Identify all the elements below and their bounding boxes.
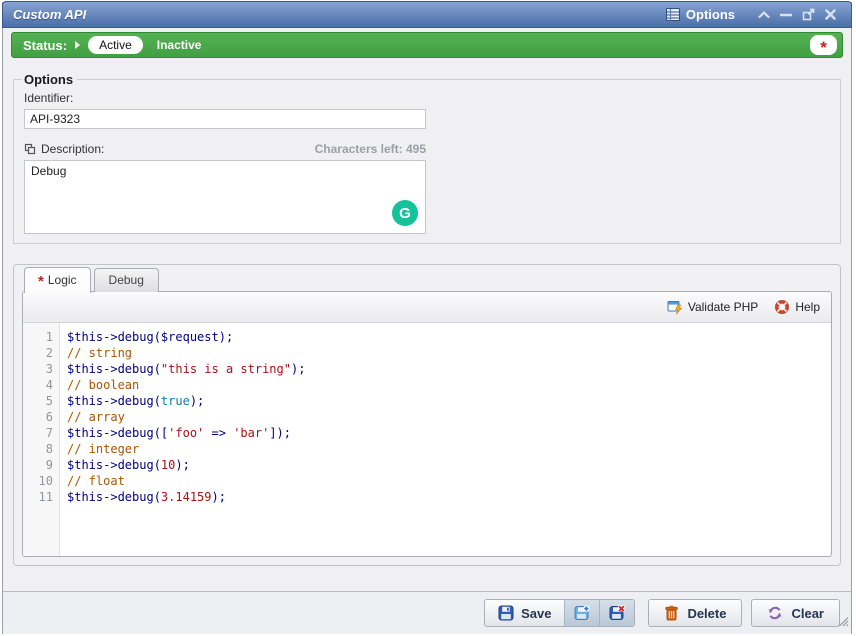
minimize-icon bbox=[780, 10, 792, 19]
popout-icon bbox=[802, 8, 815, 21]
status-option-active[interactable]: Active bbox=[88, 36, 143, 54]
status-option-inactive[interactable]: Inactive bbox=[151, 38, 208, 52]
tab-debug-label: Debug bbox=[109, 273, 144, 287]
collapse-button[interactable] bbox=[753, 6, 775, 24]
options-menu-button[interactable]: Options bbox=[666, 7, 735, 22]
validate-php-label: Validate PHP bbox=[688, 300, 758, 314]
code-area[interactable]: 1234567891011 $this->debug($request);// … bbox=[23, 323, 831, 556]
save-label: Save bbox=[521, 606, 551, 621]
modified-asterisk-icon: * bbox=[38, 278, 44, 286]
save-and-new-icon bbox=[574, 605, 590, 621]
identifier-input[interactable] bbox=[24, 109, 426, 129]
help-label: Help bbox=[795, 300, 820, 314]
logic-tab-group: * Logic Debug Validate PHP bbox=[13, 264, 841, 566]
save-button[interactable]: Save bbox=[485, 600, 564, 626]
tab-strip: * Logic Debug bbox=[24, 265, 159, 292]
custom-api-window: Custom API Options bbox=[2, 2, 852, 634]
options-legend: Options bbox=[22, 72, 77, 87]
status-bar: Status: Active Inactive * bbox=[11, 32, 843, 58]
description-header-row: Description: Characters left: 495 bbox=[24, 142, 426, 156]
tab-logic[interactable]: * Logic bbox=[24, 267, 91, 293]
minimize-button[interactable] bbox=[775, 6, 797, 24]
validate-php-button[interactable]: Validate PHP bbox=[667, 299, 758, 315]
description-textarea[interactable]: Debug bbox=[24, 160, 426, 234]
close-button[interactable] bbox=[819, 6, 841, 24]
resize-grip[interactable] bbox=[837, 614, 849, 632]
description-label: Description: bbox=[41, 142, 104, 156]
titlebar: Custom API Options bbox=[2, 1, 852, 28]
code-editor-panel: Validate PHP Help 123456 bbox=[22, 291, 832, 557]
options-menu-label: Options bbox=[686, 7, 735, 22]
chevron-up-icon bbox=[758, 10, 770, 19]
clear-button[interactable]: Clear bbox=[751, 599, 840, 627]
status-label: Status: bbox=[17, 38, 67, 53]
description-field-wrap: Debug G bbox=[24, 160, 426, 234]
asterisk-icon: * bbox=[820, 43, 827, 53]
characters-left-counter: Characters left: 495 bbox=[315, 142, 426, 156]
save-and-close-button[interactable] bbox=[599, 600, 634, 626]
save-and-new-button[interactable] bbox=[564, 600, 599, 626]
save-icon bbox=[498, 605, 514, 621]
help-button[interactable]: Help bbox=[774, 299, 820, 315]
clear-label: Clear bbox=[791, 606, 824, 621]
close-icon bbox=[825, 9, 836, 20]
line-numbers: 1234567891011 bbox=[23, 323, 60, 556]
save-and-close-icon bbox=[609, 605, 625, 621]
refresh-icon bbox=[767, 605, 783, 621]
status-arrow-icon bbox=[75, 41, 80, 49]
popout-button[interactable] bbox=[797, 6, 819, 24]
footer-toolbar: Save bbox=[3, 591, 851, 634]
options-panel: Options Identifier: Description: Charact… bbox=[13, 72, 841, 244]
delete-button[interactable]: Delete bbox=[648, 599, 742, 627]
tab-debug[interactable]: Debug bbox=[94, 268, 159, 292]
code-content[interactable]: $this->debug($request);// string$this->d… bbox=[60, 323, 831, 556]
trash-icon bbox=[664, 605, 679, 621]
tab-logic-label: Logic bbox=[48, 273, 77, 287]
options-menu-icon bbox=[666, 8, 680, 21]
identifier-label: Identifier: bbox=[24, 91, 832, 105]
editor-toolbar: Validate PHP Help bbox=[23, 292, 831, 323]
delete-label: Delete bbox=[687, 606, 726, 621]
required-indicator-button[interactable]: * bbox=[810, 35, 837, 55]
grammarly-icon[interactable]: G bbox=[392, 200, 418, 226]
help-icon bbox=[774, 299, 790, 315]
window-title: Custom API bbox=[13, 7, 86, 22]
validate-php-icon bbox=[667, 299, 683, 315]
resize-grip-icon bbox=[837, 615, 849, 627]
expand-description-icon[interactable] bbox=[24, 143, 36, 155]
save-button-group: Save bbox=[484, 599, 635, 627]
